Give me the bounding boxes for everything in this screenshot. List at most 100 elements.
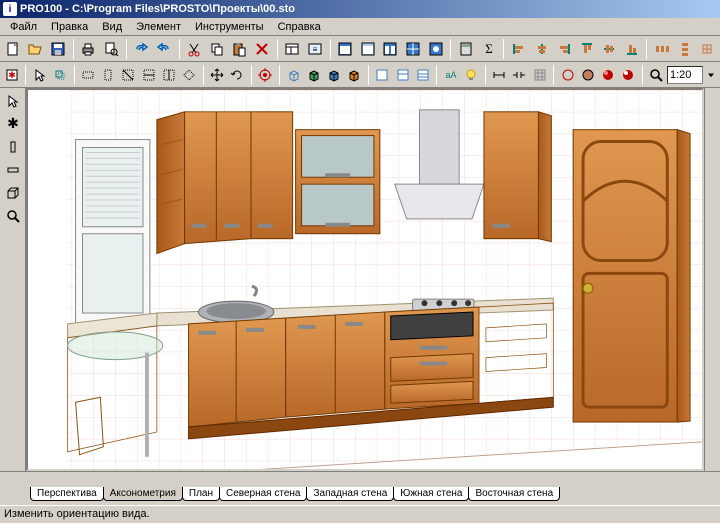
- cube-orange-icon[interactable]: [345, 64, 364, 86]
- box-tool-icon[interactable]: [2, 182, 24, 204]
- new-element-icon[interactable]: ✱: [2, 64, 21, 86]
- horizontal-tool-icon[interactable]: [2, 159, 24, 181]
- paste-icon[interactable]: [229, 38, 251, 60]
- tab-south-wall[interactable]: Южная стена: [393, 487, 469, 501]
- print-preview-icon[interactable]: [100, 38, 122, 60]
- svg-text:aA: aA: [445, 70, 456, 80]
- cube-wire-icon[interactable]: [284, 64, 303, 86]
- menu-bar: Файл Правка Вид Элемент Инструменты Спра…: [0, 18, 720, 36]
- render-wire-icon[interactable]: [558, 64, 577, 86]
- render-full-icon[interactable]: [619, 64, 638, 86]
- transform3-icon[interactable]: [119, 64, 138, 86]
- sheet1-icon[interactable]: [373, 64, 392, 86]
- tab-north-wall[interactable]: Северная стена: [219, 487, 308, 501]
- window5-icon[interactable]: [425, 38, 447, 60]
- target-icon[interactable]: [256, 64, 275, 86]
- transform5-icon[interactable]: [159, 64, 178, 86]
- tab-perspective[interactable]: Перспектива: [30, 487, 104, 501]
- title-bar: i PRO100 - C:\Program Files\PROSTO\Проек…: [0, 0, 720, 18]
- toolbar-main: ≡ Σ: [0, 36, 720, 62]
- distribute-h-icon[interactable]: [651, 38, 673, 60]
- menu-tools[interactable]: Инструменты: [189, 20, 270, 34]
- properties-icon[interactable]: [282, 38, 304, 60]
- calculator-icon[interactable]: [455, 38, 477, 60]
- window2-icon[interactable]: [357, 38, 379, 60]
- sum-icon[interactable]: Σ: [478, 38, 500, 60]
- cut-icon[interactable]: [184, 38, 206, 60]
- room-door: [573, 130, 690, 422]
- align-right-icon[interactable]: [553, 38, 575, 60]
- left-toolbar: ✱: [0, 88, 26, 471]
- distribute-v-icon[interactable]: [674, 38, 696, 60]
- tab-west-wall[interactable]: Западная стена: [306, 487, 394, 501]
- bulb-icon[interactable]: [461, 64, 480, 86]
- cursor-tool-icon[interactable]: [2, 90, 24, 112]
- zoom-dropdown-icon[interactable]: [704, 64, 718, 86]
- menu-help[interactable]: Справка: [272, 20, 327, 34]
- grid-icon[interactable]: [530, 64, 549, 86]
- transform4-icon[interactable]: [139, 64, 158, 86]
- new-file-icon[interactable]: [2, 38, 24, 60]
- menu-edit[interactable]: Правка: [45, 20, 94, 34]
- svg-text:✱: ✱: [8, 70, 16, 80]
- dimension-h-icon[interactable]: [490, 64, 509, 86]
- cube-blue-icon[interactable]: [324, 64, 343, 86]
- scrollbar-horizontal[interactable]: [0, 471, 720, 487]
- align-left-icon[interactable]: [508, 38, 530, 60]
- distribute3-icon[interactable]: [696, 38, 718, 60]
- upper-cabinet-right: [484, 112, 551, 242]
- align-hcenter-icon[interactable]: [531, 38, 553, 60]
- tab-plan[interactable]: План: [182, 487, 220, 501]
- align-bottom-icon[interactable]: [621, 38, 643, 60]
- view-tabs: Перспектива Аксонометрия План Северная с…: [0, 487, 720, 505]
- move-cross-icon[interactable]: [208, 64, 227, 86]
- upper-cabinet-glass: [296, 130, 380, 234]
- window1-icon[interactable]: [335, 38, 357, 60]
- print-icon[interactable]: [78, 38, 100, 60]
- zoom-input[interactable]: [667, 66, 703, 84]
- undo-icon[interactable]: [131, 38, 153, 60]
- transform1-icon[interactable]: [79, 64, 98, 86]
- status-text: Изменить ориентацию вида.: [4, 508, 150, 520]
- select-tool-icon[interactable]: [30, 64, 49, 86]
- align-top-icon[interactable]: [576, 38, 598, 60]
- app-icon: i: [3, 2, 17, 16]
- vertical-tool-icon[interactable]: [2, 136, 24, 158]
- transform6-icon[interactable]: [179, 64, 198, 86]
- svg-text:Σ: Σ: [485, 41, 493, 56]
- window4-icon[interactable]: [402, 38, 424, 60]
- menu-file[interactable]: Файл: [4, 20, 43, 34]
- svg-text:✱: ✱: [7, 116, 19, 131]
- menu-view[interactable]: Вид: [96, 20, 128, 34]
- canvas[interactable]: [26, 88, 704, 471]
- rotate-icon[interactable]: [228, 64, 247, 86]
- render-shaded-icon[interactable]: [598, 64, 617, 86]
- zoom-tool-icon[interactable]: [2, 205, 24, 227]
- render-flat-icon[interactable]: [578, 64, 597, 86]
- asterisk-tool-icon[interactable]: ✱: [2, 113, 24, 135]
- properties2-icon[interactable]: ≡: [304, 38, 326, 60]
- dimension-gap-icon[interactable]: [510, 64, 529, 86]
- copy-icon[interactable]: [206, 38, 228, 60]
- redo-icon[interactable]: [153, 38, 175, 60]
- delete-icon[interactable]: [251, 38, 273, 60]
- sheet3-icon[interactable]: [413, 64, 432, 86]
- save-file-icon[interactable]: [47, 38, 69, 60]
- zoom-icon[interactable]: [647, 64, 666, 86]
- open-file-icon[interactable]: [25, 38, 47, 60]
- transform2-icon[interactable]: [99, 64, 118, 86]
- scrollbar-vertical[interactable]: [704, 88, 720, 471]
- tab-axonometry[interactable]: Аксонометрия: [103, 487, 183, 501]
- status-bar: Изменить ориентацию вида.: [0, 505, 720, 523]
- sheet2-icon[interactable]: [393, 64, 412, 86]
- align-vcenter-icon[interactable]: [598, 38, 620, 60]
- window-object: [76, 140, 150, 323]
- window3-icon[interactable]: [380, 38, 402, 60]
- tab-east-wall[interactable]: Восточная стена: [468, 487, 560, 501]
- menu-element[interactable]: Элемент: [130, 20, 187, 34]
- window-title: PRO100 - C:\Program Files\PROSTO\Проекты…: [20, 3, 295, 15]
- cube-green-icon[interactable]: [304, 64, 323, 86]
- move-tool-icon[interactable]: [50, 64, 69, 86]
- upper-cabinet-2: [251, 112, 293, 239]
- label-aa-icon[interactable]: aA: [441, 64, 460, 86]
